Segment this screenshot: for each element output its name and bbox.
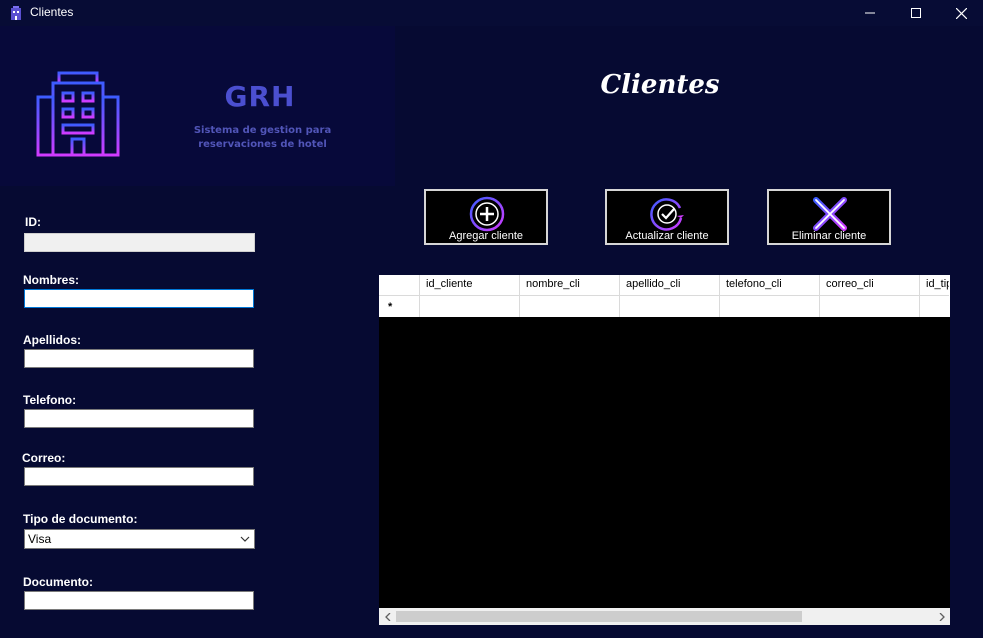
scroll-right-button[interactable] [933,608,950,625]
maximize-icon [911,8,921,18]
clients-grid[interactable]: id_cliente nombre_cli apellido_cli telef… [379,275,950,625]
chevron-right-icon [939,612,945,621]
minimize-button[interactable] [847,0,893,26]
tipo-documento-label: Tipo de documento: [23,512,138,526]
tipo-documento-value: Visa [28,532,52,546]
check-circle-icon [650,198,684,231]
table-cell[interactable] [620,295,720,317]
column-header-telefono-cli[interactable]: telefono_cli [720,275,820,295]
grid-header-row: id_cliente nombre_cli apellido_cli telef… [379,275,950,296]
correo-label: Correo: [22,451,66,465]
hotel-logo-icon [35,71,121,157]
window-title: Clientes [30,5,74,19]
close-icon [955,7,967,19]
chevron-left-icon [384,612,390,621]
page-title: Clientes [600,70,720,100]
nombres-label: Nombres: [23,273,80,287]
plus-circle-icon [469,196,505,232]
hotel-app-icon [11,6,21,20]
column-header-nombre-cli[interactable]: nombre_cli [520,275,620,295]
horizontal-scrollbar[interactable] [379,608,950,625]
table-cell[interactable] [820,295,920,317]
column-header-id-tip[interactable]: id_tip [920,275,949,295]
add-client-button[interactable]: Agregar cliente [424,189,548,245]
brand-name: GRH [224,80,296,113]
tipo-documento-select[interactable]: Visa [24,529,255,549]
id-label: ID: [25,215,41,229]
chevron-down-icon [240,536,250,542]
maximize-button[interactable] [893,0,939,26]
column-header-correo-cli[interactable]: correo_cli [820,275,920,295]
update-client-button[interactable]: Actualizar cliente [605,189,729,245]
add-client-label: Agregar cliente [449,230,523,242]
documento-field[interactable] [24,591,254,610]
nombres-field[interactable] [24,289,254,308]
minimize-icon [865,12,875,14]
telefono-field[interactable] [24,409,254,428]
id-field[interactable] [24,233,255,252]
column-header-id-cliente[interactable]: id_cliente [420,275,520,295]
close-button[interactable] [938,0,983,26]
table-cell[interactable] [920,295,949,317]
new-row-marker[interactable]: * [379,295,420,317]
title-bar: Clientes [0,0,983,26]
scrollbar-thumb[interactable] [396,611,802,622]
table-cell[interactable] [420,295,520,317]
correo-field[interactable] [24,467,254,486]
delete-client-button[interactable]: Eliminar cliente [767,189,891,245]
grid-corner-header[interactable] [379,275,420,295]
table-row-new[interactable]: * [379,295,950,317]
apellidos-label: Apellidos: [23,333,82,347]
telefono-label: Telefono: [23,393,77,407]
delete-client-label: Eliminar cliente [791,230,867,242]
brand-subtitle: Sistema de gestion para reservaciones de… [193,125,332,150]
apellidos-field[interactable] [24,349,254,368]
column-header-apellido-cli[interactable]: apellido_cli [620,275,720,295]
scroll-left-button[interactable] [379,608,396,625]
x-icon [813,197,847,231]
documento-label: Documento: [23,575,93,589]
update-client-label: Actualizar cliente [625,230,709,242]
table-cell[interactable] [720,295,820,317]
table-cell[interactable] [520,295,620,317]
